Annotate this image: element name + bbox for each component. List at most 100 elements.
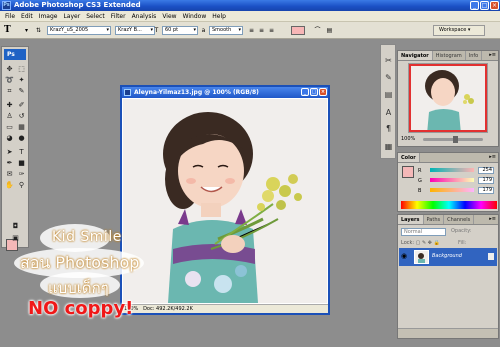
doc-close-button[interactable]: × <box>319 88 327 96</box>
clone-stamp-icon[interactable]: ♙ <box>4 111 15 121</box>
color-row-r: R <box>418 167 421 174</box>
blur-tool-icon[interactable]: ◕ <box>4 133 15 143</box>
layer-row-background[interactable]: ◉ Background <box>399 248 497 266</box>
brush-tool-icon[interactable]: ✐ <box>16 100 27 110</box>
child-photo-illustration <box>123 99 327 303</box>
color-row-b: B <box>418 187 421 194</box>
tab-paths[interactable]: Paths <box>424 215 445 224</box>
tools-preset-icon[interactable]: ✂ <box>383 55 394 67</box>
maximize-button[interactable]: □ <box>480 1 489 10</box>
red-value[interactable]: 254 <box>478 167 494 174</box>
move-tool-icon[interactable]: ✥ <box>4 64 15 74</box>
layers-panel-menu-icon[interactable]: ▸≡ <box>489 216 496 222</box>
menu-file[interactable]: File <box>2 13 18 20</box>
slice-tool-icon[interactable]: ✎ <box>16 86 27 96</box>
color-panel-swatch[interactable] <box>402 166 414 178</box>
pen-tool-icon[interactable]: ✒ <box>4 158 15 168</box>
eyedropper-tool-icon[interactable]: ✑ <box>16 169 27 179</box>
paragraph-icon[interactable]: ¶ <box>383 123 394 135</box>
minimize-button[interactable]: _ <box>470 1 479 10</box>
character-icon[interactable]: A <box>383 107 394 119</box>
document-window[interactable]: Aleyna-Yilmaz13.jpg @ 100% (RGB/8) _ □ × <box>120 85 330 315</box>
blue-slider[interactable] <box>430 188 474 192</box>
notes-tool-icon[interactable]: ✉ <box>4 169 15 179</box>
document-size: Doc: 492.2K/492.2K <box>143 306 193 312</box>
panel-icon-strip: ✂ ✎ ▤ A ¶ ▦ <box>380 44 396 159</box>
menu-help[interactable]: Help <box>209 13 229 20</box>
hand-tool-icon[interactable]: ✋ <box>4 180 15 190</box>
blend-mode-select[interactable]: Normal <box>401 228 446 236</box>
eraser-tool-icon[interactable]: ▭ <box>4 122 15 132</box>
color-panel-menu-icon[interactable]: ▸≡ <box>489 154 496 160</box>
history-brush-icon[interactable]: ↺ <box>16 111 27 121</box>
tab-color[interactable]: Color <box>398 153 420 162</box>
screen-mode-icon[interactable]: ▣ <box>10 233 21 243</box>
menu-filter[interactable]: Filter <box>108 13 129 20</box>
green-slider[interactable] <box>430 178 474 182</box>
photoshop-logo-icon: Ps <box>2 1 11 10</box>
channel-label-r: R <box>418 167 422 174</box>
red-slider[interactable] <box>430 168 474 172</box>
menu-layer[interactable]: Layer <box>60 13 83 20</box>
zoom-tool-icon[interactable]: ⚲ <box>16 180 27 190</box>
layers-tabs: Layers Paths Channels <box>398 215 498 225</box>
green-value[interactable]: 179 <box>478 177 494 184</box>
app-title: Adobe Photoshop CS3 Extended <box>14 1 141 9</box>
tab-layers[interactable]: Layers <box>398 215 424 224</box>
navigator-zoom-value[interactable]: 100% <box>401 136 415 142</box>
tool-preset-arrow-icon[interactable]: ▾ <box>22 26 31 35</box>
panel-menu-icon[interactable]: ▸≡ <box>489 52 496 58</box>
lasso-tool-icon[interactable]: ➰ <box>4 75 15 85</box>
color-spectrum[interactable] <box>401 201 497 209</box>
align-left-icon[interactable]: ≡ <box>247 26 256 35</box>
navigator-zoom-knob[interactable] <box>453 136 458 143</box>
document-title-bar[interactable]: Aleyna-Yilmaz13.jpg @ 100% (RGB/8) _ □ × <box>122 87 328 98</box>
font-style-select[interactable]: KrazY B... <box>115 26 155 35</box>
type-tool-icon[interactable]: T <box>4 25 11 35</box>
magic-wand-icon[interactable]: ✦ <box>16 75 27 85</box>
crop-tool-icon[interactable]: ⌗ <box>4 86 15 96</box>
history-icon[interactable]: ▤ <box>383 89 394 101</box>
menu-window[interactable]: Window <box>180 13 210 20</box>
doc-minimize-button[interactable]: _ <box>301 88 309 96</box>
menu-image[interactable]: Image <box>36 13 61 20</box>
font-family-select[interactable]: KrazY_uS_2005 <box>47 26 111 35</box>
text-color-swatch[interactable] <box>291 26 305 35</box>
doc-maximize-button[interactable]: □ <box>310 88 318 96</box>
menu-edit[interactable]: Edit <box>18 13 36 20</box>
text-orientation-icon[interactable]: ⇅ <box>34 26 43 35</box>
healing-brush-icon[interactable]: ✚ <box>4 100 15 110</box>
layer-name[interactable]: Background <box>432 253 462 259</box>
shape-tool-icon[interactable]: ■ <box>16 158 27 168</box>
antialias-select[interactable]: Smooth <box>209 26 243 35</box>
tab-navigator[interactable]: Navigator <box>398 51 433 60</box>
character-panel-icon[interactable]: ▤ <box>325 26 334 35</box>
warp-text-icon[interactable]: ⌒ <box>313 26 322 35</box>
type-tool-box-icon[interactable]: T <box>16 147 27 157</box>
dodge-tool-icon[interactable]: ● <box>16 133 27 143</box>
tab-histogram[interactable]: Histogram <box>433 51 466 60</box>
marquee-tool-icon[interactable]: ⬚ <box>16 64 27 74</box>
layer-comps-icon[interactable]: ▦ <box>383 141 394 153</box>
menu-analysis[interactable]: Analysis <box>129 13 160 20</box>
gradient-tool-icon[interactable]: ▦ <box>16 122 27 132</box>
workspace-menu[interactable]: Workspace ▾ <box>433 25 485 36</box>
navigator-view-box[interactable] <box>409 64 487 132</box>
tab-info[interactable]: Info <box>466 51 483 60</box>
close-button[interactable]: × <box>490 1 499 10</box>
window-controls: _ □ × <box>470 1 499 10</box>
menu-view[interactable]: View <box>159 13 179 20</box>
canvas-photo[interactable] <box>123 99 327 303</box>
align-right-icon[interactable]: ≡ <box>267 26 276 35</box>
visibility-eye-icon[interactable]: ◉ <box>401 252 407 260</box>
quick-mask-icon[interactable]: ◘ <box>10 221 21 231</box>
font-size-select[interactable]: 60 pt <box>162 26 198 35</box>
tab-channels[interactable]: Channels <box>444 215 475 224</box>
font-size-icon: T <box>154 27 159 34</box>
align-center-icon[interactable]: ≡ <box>257 26 266 35</box>
navigator-thumbnail[interactable] <box>408 63 488 133</box>
path-selection-icon[interactable]: ➤ <box>4 147 15 157</box>
blue-value[interactable]: 179 <box>478 187 494 194</box>
menu-select[interactable]: Select <box>83 13 108 20</box>
brushes-icon[interactable]: ✎ <box>383 72 394 84</box>
